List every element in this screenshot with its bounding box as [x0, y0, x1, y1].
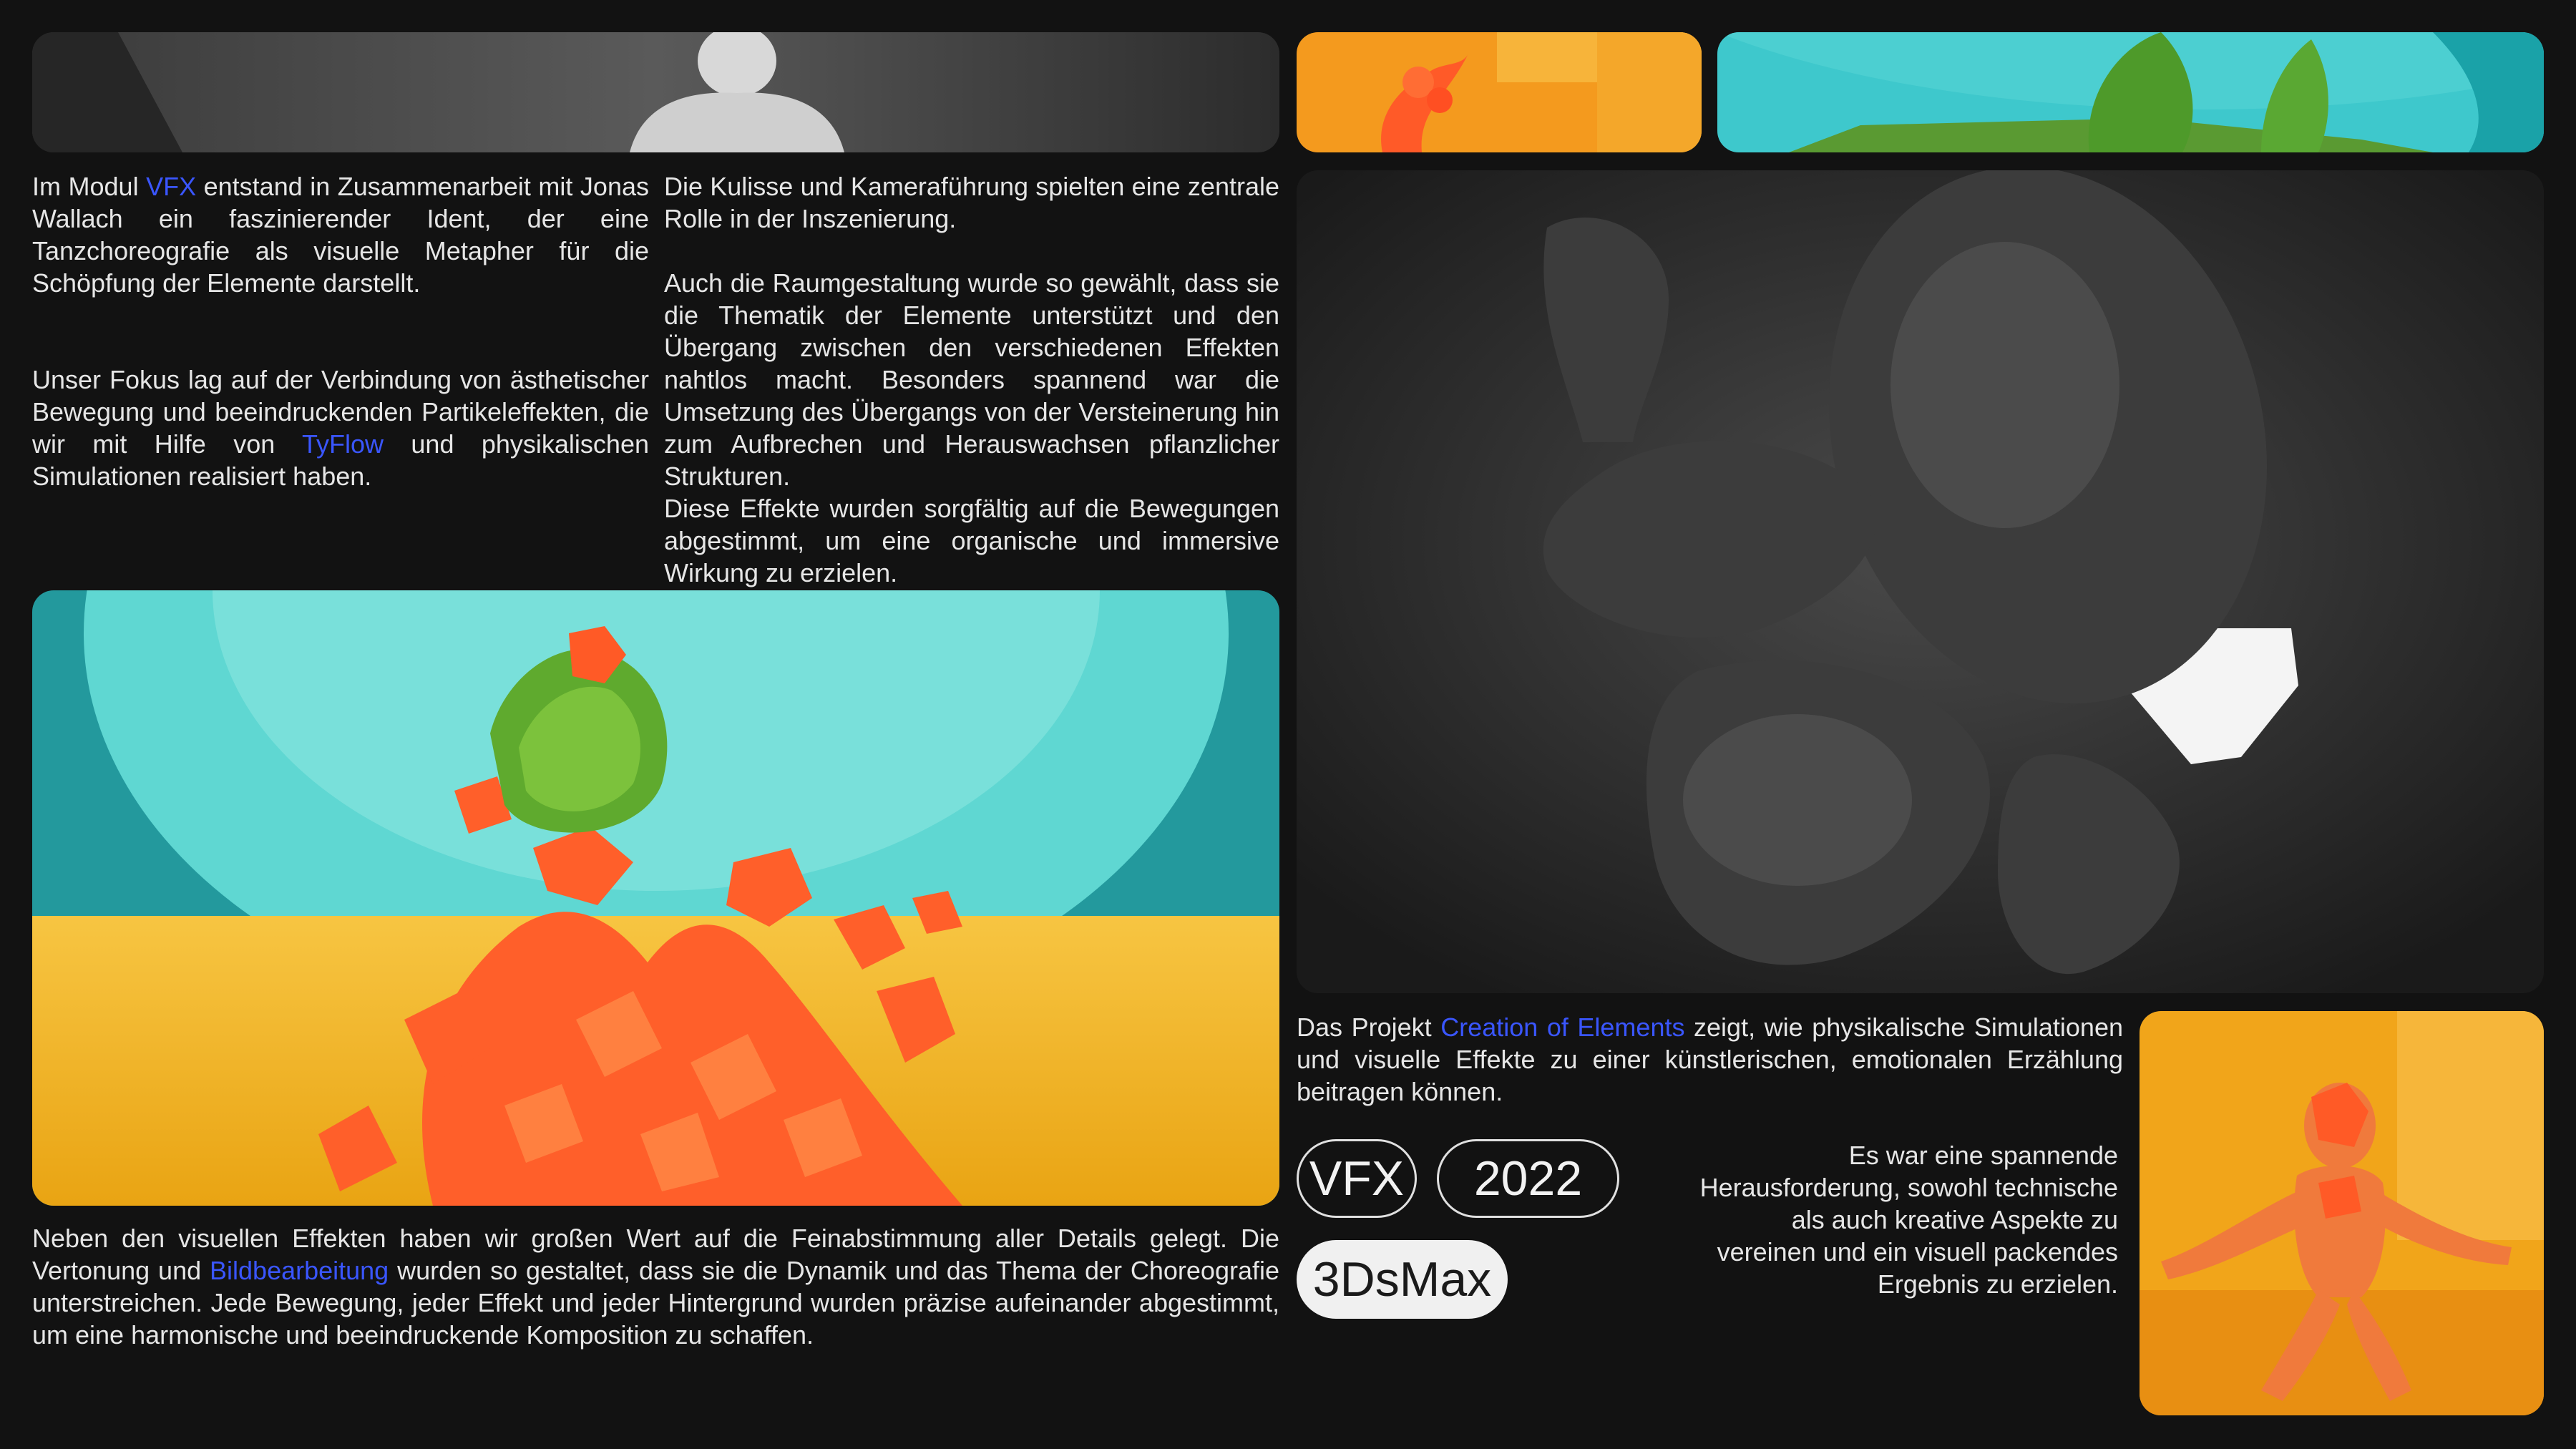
text-run: Im Modul	[32, 172, 147, 201]
paragraph-intro: Im Modul VFX entstand in Zusammenarbeit …	[32, 170, 649, 299]
tag-year[interactable]: 2022	[1437, 1139, 1619, 1218]
text-block-challenge: Es war eine spannende Herausforderung, s…	[1696, 1139, 2118, 1300]
paragraph-raumgestaltung: Auch die Raumgestaltung wurde so gewählt…	[664, 268, 1279, 491]
vfx-link[interactable]: VFX	[146, 172, 196, 201]
image-teal-grass-strip-top	[1717, 32, 2544, 152]
text-block-scene: Die Kulisse und Kameraführung spielten e…	[664, 170, 1279, 589]
paragraph-challenge: Es war eine spannende Herausforderung, s…	[1699, 1141, 2118, 1299]
creation-of-elements-link[interactable]: Creation of Elements	[1440, 1013, 1684, 1042]
image-orange-figure-small	[2140, 1011, 2544, 1415]
paragraph-details: Neben den visuellen Effekten haben wir g…	[32, 1222, 1279, 1351]
text-block-details: Neben den visuellen Effekten haben wir g…	[32, 1222, 1279, 1351]
tyflow-link[interactable]: TyFlow	[302, 429, 384, 459]
paragraph-effekte: Diese Effekte wurden sorgfältig auf die …	[664, 494, 1279, 587]
paragraph-focus: Unser Fokus lag auf der Verbindung von ä…	[32, 364, 649, 492]
tag-vfx[interactable]: VFX	[1297, 1139, 1417, 1218]
image-figure-strip-top-left	[32, 32, 1279, 152]
image-rock-figure-large	[32, 590, 1279, 1206]
tag-software[interactable]: 3DsMax	[1297, 1240, 1508, 1319]
image-orange-strip-top	[1297, 32, 1702, 152]
text-block-intro: Im Modul VFX entstand in Zusammenarbeit …	[32, 170, 649, 492]
bildbearbeitung-link[interactable]: Bildbearbeitung	[210, 1256, 389, 1285]
text-block-project: Das Projekt Creation of Elements zeigt, …	[1297, 1011, 2123, 1108]
text-run: Das Projekt	[1297, 1013, 1441, 1042]
paragraph-kulisse: Die Kulisse und Kameraführung spielten e…	[664, 172, 1279, 233]
paragraph-project: Das Projekt Creation of Elements zeigt, …	[1297, 1011, 2123, 1108]
image-gray-figure-large	[1297, 170, 2544, 993]
